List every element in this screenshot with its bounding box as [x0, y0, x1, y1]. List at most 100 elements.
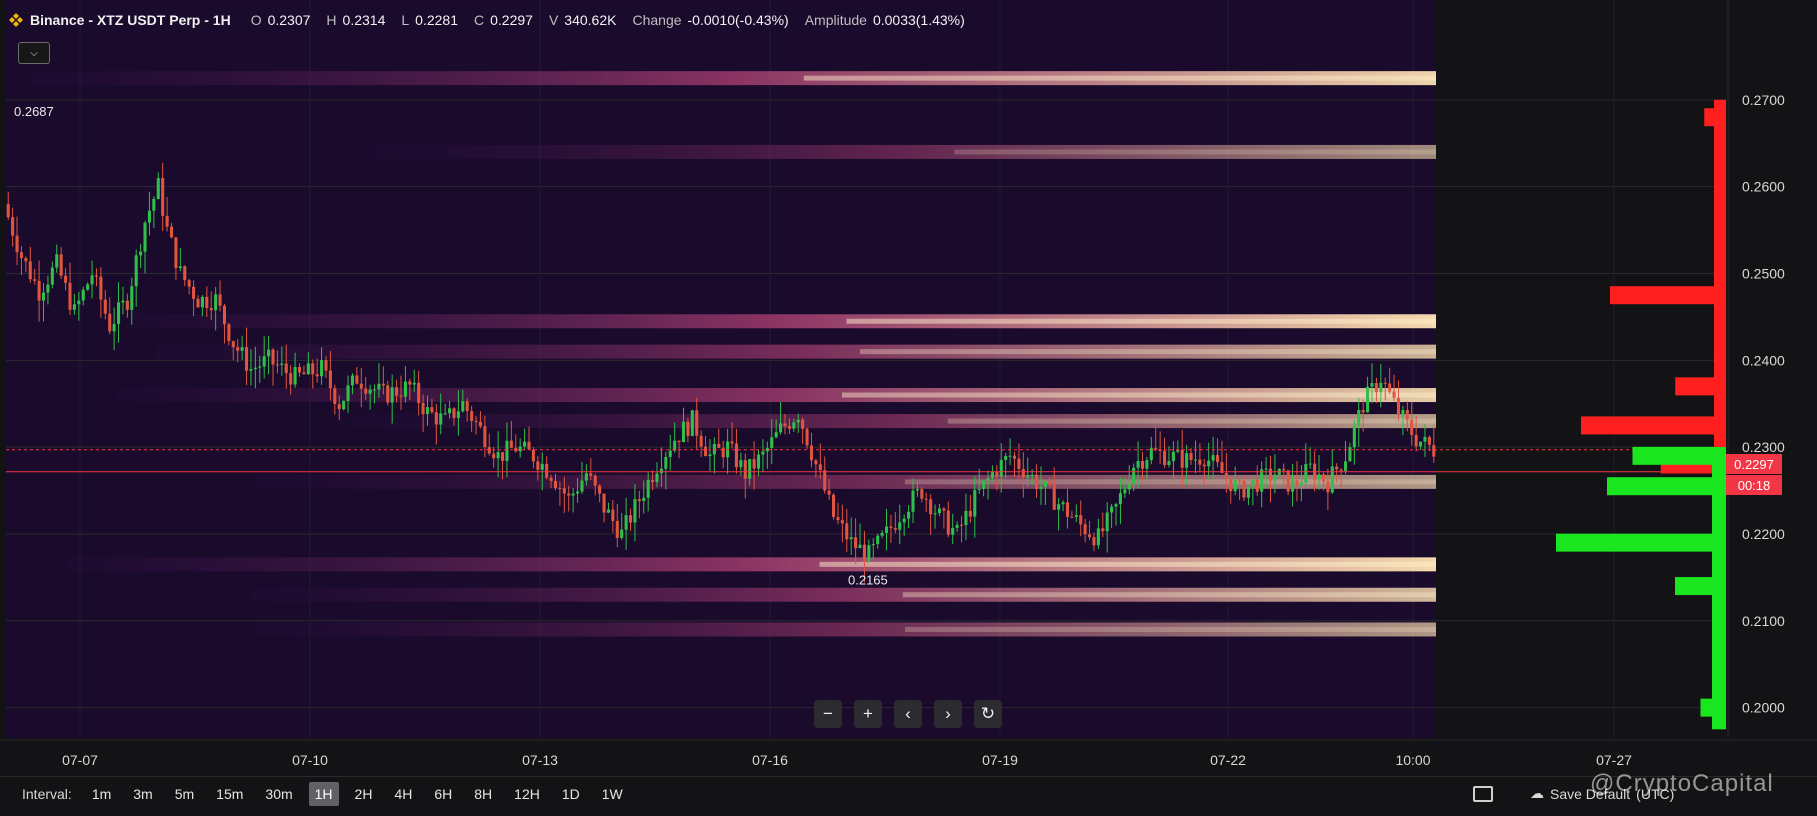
candle-body [372, 389, 377, 391]
candle-body [214, 294, 218, 311]
candle-body [1057, 504, 1061, 510]
candle-body [695, 410, 699, 436]
candle-body [368, 389, 372, 394]
candle-body [1167, 461, 1171, 465]
candle-body [1061, 502, 1065, 505]
binance-logo-icon [9, 13, 23, 27]
price-tick-label: 0.2100 [1742, 613, 1785, 629]
candle-body [1335, 466, 1339, 470]
candle-body [602, 493, 606, 513]
interval-12h[interactable]: 12H [508, 782, 546, 806]
candle-body [267, 349, 271, 357]
candle-body [231, 341, 235, 348]
interval-1m[interactable]: 1m [86, 782, 117, 806]
candle-body [328, 370, 332, 389]
candle-body [1374, 382, 1378, 392]
time-tick-label: 07-22 [1210, 752, 1246, 768]
candle-body [1008, 455, 1012, 457]
interval-6h[interactable]: 6H [428, 782, 458, 806]
chevron-right-icon: › [945, 704, 951, 723]
candle-body [1308, 463, 1312, 465]
candle-body [50, 267, 54, 285]
interval-1w[interactable]: 1W [596, 782, 629, 806]
time-tick-label: 07-19 [982, 752, 1018, 768]
candle-body [364, 388, 368, 394]
candle-body [1039, 486, 1043, 489]
candle-body [862, 544, 866, 562]
interval-1h[interactable]: 1H [308, 782, 339, 806]
interval-1d[interactable]: 1D [556, 782, 586, 806]
candle-body [668, 450, 672, 457]
candle-body [470, 411, 474, 421]
candle-body [646, 479, 650, 498]
candle-body [562, 488, 566, 494]
candle-body [99, 276, 103, 300]
candle-body [1224, 472, 1228, 479]
candle-body [990, 471, 994, 478]
interval-3m[interactable]: 3m [127, 782, 158, 806]
candle-body [876, 535, 880, 545]
scroll-left-button[interactable]: ‹ [894, 700, 922, 728]
candle-body [1361, 410, 1365, 413]
buy-profile-bar [1607, 477, 1726, 496]
interval-4h[interactable]: 4H [388, 782, 418, 806]
refresh-icon: ↻ [980, 704, 996, 723]
candle-body [779, 423, 783, 433]
candle-body [408, 381, 412, 385]
candle-body [589, 473, 593, 476]
time-tick-label: 10:00 [1395, 752, 1430, 768]
reset-chart-button[interactable]: ↻ [974, 700, 1002, 728]
candle-body [1427, 436, 1431, 445]
fullscreen-icon[interactable] [1473, 786, 1493, 802]
candle-body [708, 454, 712, 456]
candle-body [253, 367, 257, 370]
candle-body [156, 178, 160, 199]
candle-body [553, 480, 558, 489]
zoom-out-button[interactable]: − [814, 700, 842, 728]
candle-body [425, 407, 430, 415]
scroll-right-button[interactable]: › [934, 700, 962, 728]
candle-body [324, 360, 328, 371]
interval-15m[interactable]: 15m [210, 782, 249, 806]
zoom-in-button[interactable]: + [854, 700, 882, 728]
candle-body [1171, 451, 1175, 462]
candle-body [1074, 515, 1078, 517]
candle-body [487, 447, 491, 454]
open-value: 0.2307 [267, 12, 311, 28]
candle-body [1357, 410, 1361, 426]
candle-body [350, 375, 355, 386]
candle-body [1043, 481, 1047, 487]
candle-body [1260, 469, 1264, 492]
candle-body [770, 437, 774, 448]
candle-body [1304, 464, 1308, 483]
interval-30m[interactable]: 30m [259, 782, 298, 806]
candle-body [1410, 419, 1414, 435]
candle-body [121, 300, 125, 303]
candle-body [1321, 474, 1325, 482]
interval-5m[interactable]: 5m [169, 782, 200, 806]
candle-body [1105, 512, 1109, 532]
candle-body [1132, 467, 1136, 485]
candle-body [1123, 489, 1127, 494]
candle-body [823, 470, 827, 491]
chart-canvas[interactable]: 0.2000 0.2100 0.2200 0.2300 0.2400 0.2500 0.26… [0, 0, 1817, 816]
candle-body [924, 498, 928, 500]
candle-body [1163, 450, 1167, 465]
interval-2h[interactable]: 2H [349, 782, 379, 806]
candle-body [801, 419, 805, 429]
watermark: @CryptoCapital [1590, 770, 1774, 797]
buy-profile-spine [1712, 447, 1726, 730]
candle-body [337, 404, 341, 410]
candle-body [977, 488, 981, 490]
interval-8h[interactable]: 8H [468, 782, 498, 806]
candle-body [898, 522, 902, 530]
candle-body [55, 254, 59, 268]
candle-body [1140, 460, 1145, 469]
collapse-legend-button[interactable]: ⌵ [18, 42, 50, 64]
candle-body [540, 463, 544, 470]
candle-body [712, 443, 716, 455]
candle-body [805, 428, 809, 446]
candle-body [275, 364, 279, 366]
candle-body [346, 385, 350, 401]
candle-body [28, 261, 32, 280]
